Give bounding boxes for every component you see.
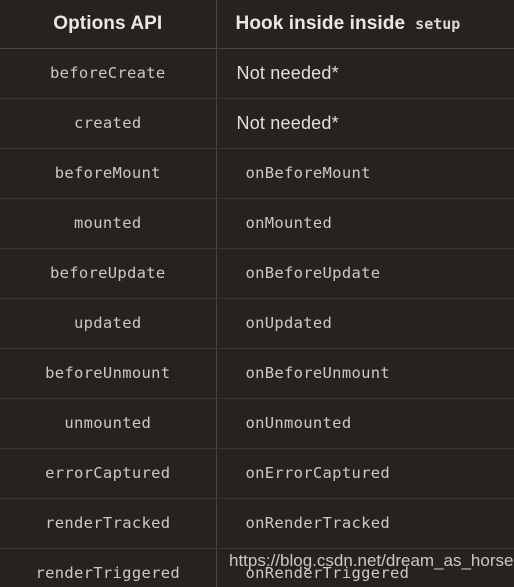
options-api-name: beforeUnmount — [45, 364, 171, 382]
hook-name: onMounted — [245, 214, 333, 232]
cell-options-api: created — [0, 98, 217, 149]
options-api-name: beforeMount — [54, 164, 161, 182]
column-header-options-api: Options API — [0, 0, 217, 49]
hook-name: onErrorCaptured — [245, 464, 390, 482]
options-api-name: beforeUpdate — [49, 264, 166, 282]
options-api-name: unmounted — [64, 414, 152, 432]
hook-name: onUpdated — [245, 314, 333, 332]
options-api-name: beforeCreate — [49, 64, 166, 82]
table-row: updated onUpdated — [0, 298, 514, 349]
table-body: beforeCreate Not needed* created Not nee… — [0, 48, 514, 587]
hook-name: onUnmounted — [245, 414, 352, 432]
column-header-setup-keyword: setup — [415, 15, 461, 33]
cell-options-api: beforeCreate — [0, 48, 217, 99]
options-api-name: mounted — [74, 214, 142, 232]
cell-hook: onBeforeUpdate — [216, 248, 514, 299]
table-row: created Not needed* — [0, 98, 514, 149]
cell-options-api: beforeUnmount — [0, 348, 217, 399]
cell-hook: Not needed* — [216, 48, 514, 99]
table-row: beforeMount onBeforeMount — [0, 148, 514, 199]
options-api-name: created — [74, 114, 142, 132]
table-row: beforeCreate Not needed* — [0, 48, 514, 99]
cell-hook: onBeforeMount — [216, 148, 514, 199]
cell-options-api: renderTracked — [0, 498, 217, 549]
hook-name: Not needed* — [236, 113, 339, 133]
cell-hook: onErrorCaptured — [216, 448, 514, 499]
lifecycle-mapping-table: Options API Hook inside inside setup befo… — [0, 0, 514, 587]
cell-options-api: updated — [0, 298, 217, 349]
options-api-name: errorCaptured — [45, 464, 171, 482]
table-row: beforeUnmount onBeforeUnmount — [0, 348, 514, 399]
lifecycle-hooks-table-screen: Options API Hook inside inside setup befo… — [0, 0, 514, 587]
options-api-name: renderTriggered — [35, 564, 180, 582]
table-row: renderTriggered onRenderTriggered — [0, 548, 514, 587]
options-api-name: renderTracked — [45, 514, 171, 532]
cell-hook: onBeforeUnmount — [216, 348, 514, 399]
cell-hook: onRenderTriggered — [216, 548, 514, 587]
hook-name: onBeforeMount — [245, 164, 371, 182]
cell-hook: onUnmounted — [216, 398, 514, 449]
table-row: unmounted onUnmounted — [0, 398, 514, 449]
hook-name: onRenderTriggered — [245, 564, 410, 582]
table-header: Options API Hook inside inside setup — [0, 0, 514, 49]
cell-options-api: renderTriggered — [0, 548, 217, 587]
cell-options-api: beforeMount — [0, 148, 217, 199]
cell-options-api: unmounted — [0, 398, 217, 449]
cell-hook: onRenderTracked — [216, 498, 514, 549]
table-header-row: Options API Hook inside inside setup — [0, 0, 514, 49]
hook-name: onBeforeUpdate — [245, 264, 381, 282]
cell-options-api: mounted — [0, 198, 217, 249]
column-header-hook-label: Hook inside inside — [235, 13, 406, 34]
cell-options-api: beforeUpdate — [0, 248, 217, 299]
column-header-options-api-label: Options API — [53, 13, 163, 34]
hook-name: onRenderTracked — [245, 514, 390, 532]
column-header-hook: Hook inside inside setup — [216, 0, 514, 49]
cell-hook: Not needed* — [216, 98, 514, 149]
hook-name: onBeforeUnmount — [245, 364, 390, 382]
table-row: errorCaptured onErrorCaptured — [0, 448, 514, 499]
table-row: beforeUpdate onBeforeUpdate — [0, 248, 514, 299]
cell-hook: onMounted — [216, 198, 514, 249]
cell-hook: onUpdated — [216, 298, 514, 349]
options-api-name: updated — [74, 314, 142, 332]
cell-options-api: errorCaptured — [0, 448, 217, 499]
table-row: renderTracked onRenderTracked — [0, 498, 514, 549]
table-row: mounted onMounted — [0, 198, 514, 249]
hook-name: Not needed* — [236, 63, 339, 83]
